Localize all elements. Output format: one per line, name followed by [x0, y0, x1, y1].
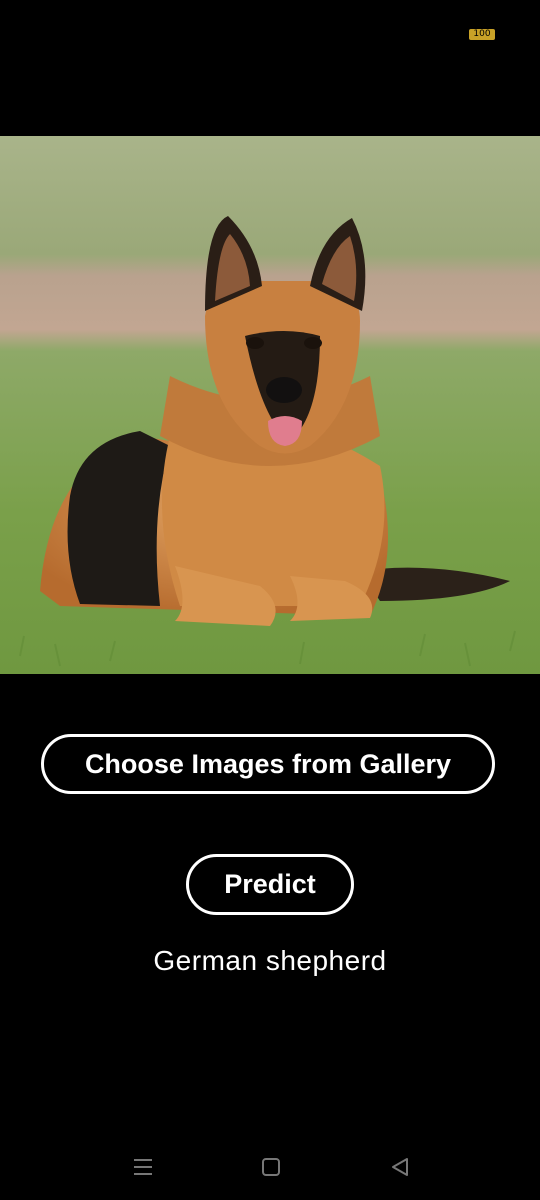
status-bar: 100: [0, 0, 540, 60]
prediction-result: German shepherd: [153, 945, 387, 976]
menu-icon[interactable]: [131, 1155, 155, 1179]
home-icon[interactable]: [259, 1155, 283, 1179]
dog-photo: [0, 136, 540, 674]
system-nav-bar: [0, 1130, 540, 1200]
back-icon[interactable]: [388, 1155, 412, 1179]
predict-button[interactable]: Predict: [186, 854, 354, 915]
choose-images-from-gallery-button[interactable]: Choose Images from Gallery: [41, 734, 495, 794]
battery-icon: 100: [469, 29, 495, 40]
